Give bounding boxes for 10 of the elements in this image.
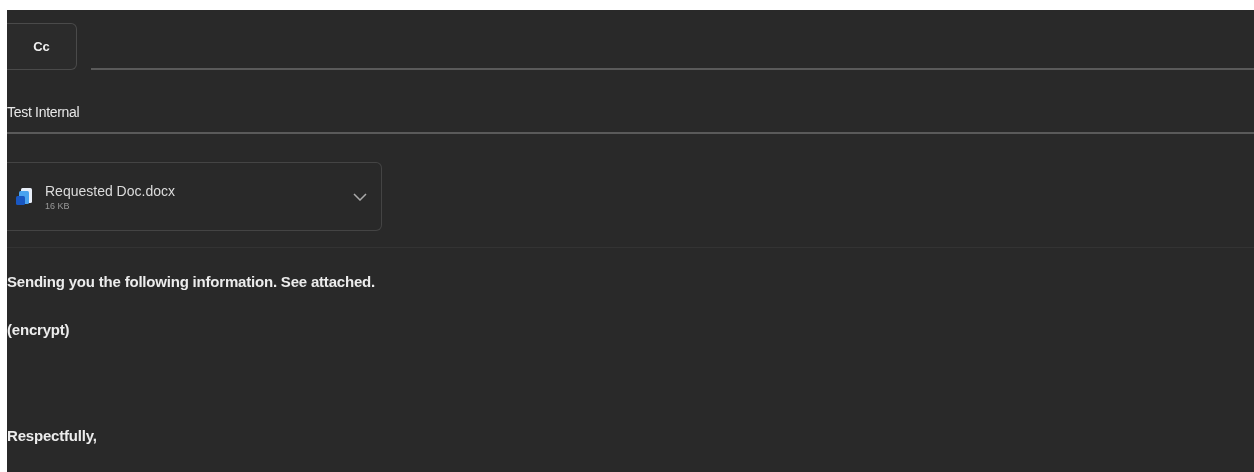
body-text: Respectfully, bbox=[7, 427, 98, 445]
attachment-card[interactable]: Requested Doc.docx 16 KB bbox=[7, 162, 382, 231]
document-icon bbox=[15, 186, 33, 207]
cc-button[interactable]: Cc bbox=[7, 23, 77, 70]
chevron-down-icon[interactable] bbox=[353, 192, 367, 201]
attachment-name: Requested Doc.docx bbox=[45, 182, 176, 199]
body-text: (encrypt) bbox=[7, 321, 71, 339]
subject-field[interactable]: Test Internal bbox=[7, 104, 1254, 134]
attachment-size: 16 KB bbox=[45, 200, 71, 211]
body-text: Sending you the following information. See attached. bbox=[7, 273, 376, 291]
